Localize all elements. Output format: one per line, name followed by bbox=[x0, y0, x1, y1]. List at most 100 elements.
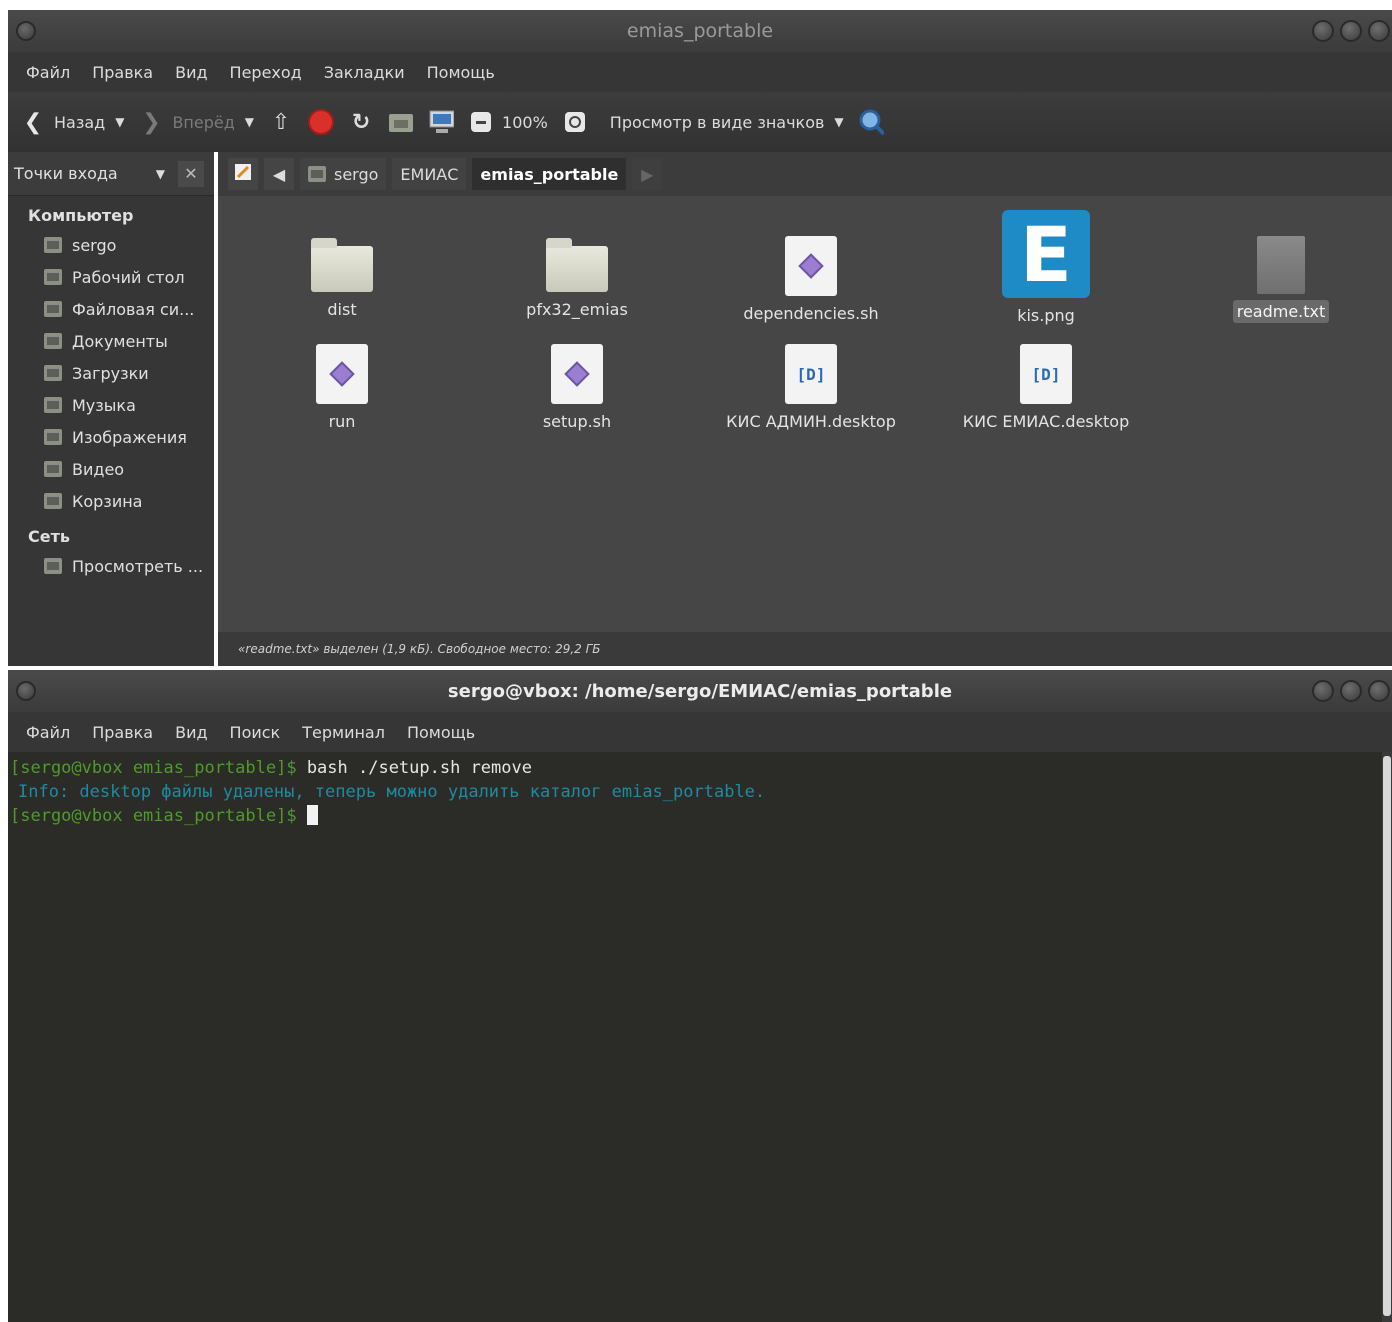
reload-icon: ↻ bbox=[351, 109, 371, 135]
sidebar-item-videos[interactable]: Видео bbox=[8, 453, 214, 485]
script-file-icon bbox=[785, 236, 837, 296]
menu-view[interactable]: Вид bbox=[167, 723, 221, 742]
breadcrumb-emias-portable[interactable]: emias_portable bbox=[472, 158, 627, 190]
file-item[interactable]: [D] КИС ЕМИАС.desktop bbox=[936, 344, 1156, 433]
desktop-file-icon: [D] bbox=[785, 344, 837, 404]
file-icon-view[interactable]: dist pfx32_emias dependencies.sh E kis.p… bbox=[218, 196, 1392, 632]
script-file-icon bbox=[551, 344, 603, 404]
menu-edit[interactable]: Правка bbox=[84, 723, 167, 742]
menu-edit[interactable]: Правка bbox=[84, 63, 167, 82]
text-file-icon bbox=[1257, 236, 1305, 294]
minimize-button[interactable] bbox=[1312, 680, 1334, 702]
sidebar-section-computer: Компьютер bbox=[28, 206, 134, 225]
sidebar-item-desktop[interactable]: Рабочий стол bbox=[8, 261, 214, 293]
reload-button[interactable]: ↻ bbox=[348, 109, 374, 135]
command-text: bash ./setup.sh remove bbox=[296, 758, 532, 778]
zoom-out-button[interactable]: 100% bbox=[468, 109, 548, 135]
menu-help[interactable]: Помощь bbox=[399, 723, 489, 742]
file-item-selected[interactable]: readme.txt bbox=[1171, 236, 1391, 323]
file-item[interactable]: pfx32_emias bbox=[467, 236, 687, 321]
desktop-folder-icon bbox=[44, 269, 62, 285]
network-icon bbox=[44, 558, 62, 574]
menu-help[interactable]: Помощь bbox=[419, 63, 509, 82]
maximize-button[interactable] bbox=[1340, 680, 1362, 702]
kis-image-icon: E bbox=[1002, 210, 1090, 299]
sidebar-item-trash[interactable]: Корзина bbox=[8, 485, 214, 517]
home-folder-icon bbox=[44, 237, 62, 253]
sidebar-item-music[interactable]: Музыка bbox=[8, 389, 214, 421]
chevron-left-icon: ◀ bbox=[272, 164, 286, 184]
window-menu-icon[interactable] bbox=[16, 21, 36, 41]
sidebar-item-pictures[interactable]: Изображения bbox=[8, 421, 214, 453]
window-title: sergo@vbox: /home/sergo/ЕМИАС/emias_port… bbox=[447, 680, 953, 702]
text-cursor bbox=[306, 805, 318, 825]
folder-icon bbox=[311, 238, 373, 292]
path-scroll-left-button[interactable]: ◀ bbox=[264, 158, 294, 190]
path-bar: ◀ sergo ЕМИАС emias_portable ▶ bbox=[218, 152, 1392, 196]
up-button[interactable]: ⇧ bbox=[268, 109, 294, 135]
file-item[interactable]: run bbox=[232, 344, 452, 433]
zoom-in-button[interactable] bbox=[562, 109, 588, 135]
file-item[interactable]: E kis.png bbox=[936, 210, 1156, 327]
file-item[interactable]: [D] КИС АДМИН.desktop bbox=[701, 344, 921, 433]
zoom-in-icon bbox=[562, 109, 588, 135]
sidebar-item-downloads[interactable]: Загрузки bbox=[8, 357, 214, 389]
forward-button[interactable]: ❯ Вперёд ▼ bbox=[138, 109, 254, 135]
computer-icon bbox=[428, 109, 455, 135]
file-item[interactable]: dependencies.sh bbox=[701, 236, 921, 325]
sidebar-item-browse-network[interactable]: Просмотреть ... bbox=[8, 550, 214, 582]
window-menu-icon[interactable] bbox=[16, 681, 36, 701]
forward-dropdown-icon[interactable]: ▼ bbox=[245, 115, 254, 129]
downloads-folder-icon bbox=[44, 365, 62, 381]
drive-icon bbox=[44, 301, 62, 317]
back-dropdown-icon[interactable]: ▼ bbox=[115, 115, 124, 129]
minimize-button[interactable] bbox=[1312, 20, 1334, 42]
pictures-folder-icon bbox=[44, 429, 62, 445]
sidebar-selector[interactable]: Точки входа bbox=[14, 164, 118, 183]
menu-go[interactable]: Переход bbox=[222, 63, 316, 82]
menu-terminal[interactable]: Терминал bbox=[294, 723, 399, 742]
terminal-output[interactable]: [sergo@vbox emias_portable]$ bash ./setu… bbox=[8, 752, 1382, 1322]
up-arrow-icon: ⇧ bbox=[271, 109, 291, 135]
file-manager-titlebar[interactable]: emias_portable bbox=[8, 10, 1392, 52]
menu-search[interactable]: Поиск bbox=[222, 723, 295, 742]
home-folder-icon bbox=[308, 166, 326, 182]
terminal-titlebar[interactable]: sergo@vbox: /home/sergo/ЕМИАС/emias_port… bbox=[8, 670, 1392, 712]
desktop-file-icon: [D] bbox=[1020, 344, 1072, 404]
breadcrumb-sergo[interactable]: sergo bbox=[300, 158, 387, 190]
file-item[interactable]: dist bbox=[232, 236, 452, 321]
path-scroll-right-button[interactable]: ▶ bbox=[632, 158, 663, 190]
view-mode-select[interactable]: Просмотр в виде значков ▼ bbox=[602, 113, 844, 132]
close-sidebar-button[interactable]: ✕ bbox=[178, 160, 204, 187]
documents-folder-icon bbox=[44, 333, 62, 349]
terminal-scrollbar[interactable] bbox=[1382, 752, 1392, 1322]
sidebar-item-sergo[interactable]: sergo bbox=[8, 229, 214, 261]
maximize-button[interactable] bbox=[1340, 20, 1362, 42]
menu-file[interactable]: Файл bbox=[18, 723, 84, 742]
videos-folder-icon bbox=[44, 461, 62, 477]
terminal-line: [sergo@vbox emias_portable]$ bash ./setu… bbox=[10, 756, 1382, 780]
info-message: Info: desktop файлы удалены, теперь можн… bbox=[18, 782, 766, 802]
stop-button[interactable] bbox=[308, 109, 335, 135]
scrollbar-thumb[interactable] bbox=[1383, 756, 1391, 1316]
breadcrumb-emias[interactable]: ЕМИАС bbox=[392, 158, 467, 190]
search-button[interactable] bbox=[858, 109, 884, 136]
stop-icon bbox=[308, 109, 335, 135]
file-item[interactable]: setup.sh bbox=[467, 344, 687, 433]
back-button[interactable]: ❮ Назад ▼ bbox=[20, 109, 125, 135]
chevron-down-icon[interactable]: ▼ bbox=[156, 167, 165, 181]
close-button[interactable] bbox=[1368, 20, 1390, 42]
sidebar-item-documents[interactable]: Документы bbox=[8, 325, 214, 357]
close-button[interactable] bbox=[1368, 680, 1390, 702]
back-arrow-icon: ❮ bbox=[23, 109, 43, 135]
places-sidebar: Точки входа ▼ ✕ Компьютер sergo Рабочий … bbox=[8, 152, 214, 666]
home-button[interactable] bbox=[388, 109, 414, 135]
file-manager-toolbar: ❮ Назад ▼ ❯ Вперёд ▼ ⇧ ↻ 100% Просмотр в… bbox=[8, 92, 1392, 152]
menu-file[interactable]: Файл bbox=[18, 63, 84, 82]
menu-view[interactable]: Вид bbox=[167, 63, 221, 82]
computer-button[interactable] bbox=[428, 109, 455, 135]
status-bar: «readme.txt» выделен (1,9 кБ). Свободное… bbox=[218, 632, 1392, 666]
menu-bookmarks[interactable]: Закладки bbox=[316, 63, 419, 82]
sidebar-item-filesystem[interactable]: Файловая си... bbox=[8, 293, 214, 325]
edit-location-button[interactable] bbox=[228, 158, 258, 190]
